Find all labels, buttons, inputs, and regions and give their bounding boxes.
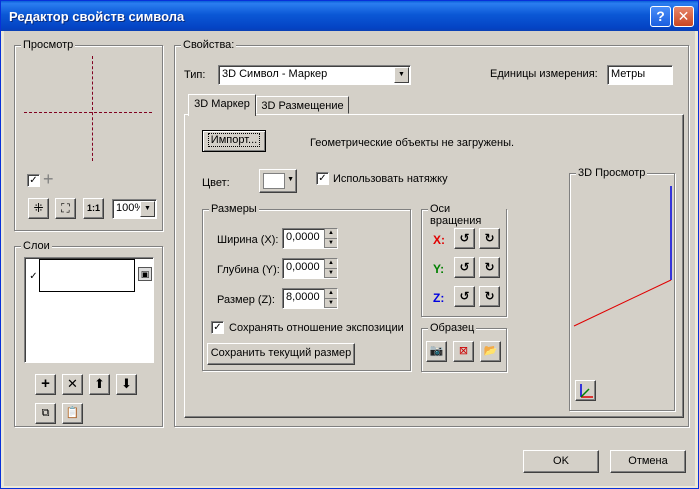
window-title: Редактор свойств символа bbox=[9, 9, 185, 24]
units-label: Единицы измерения: bbox=[490, 68, 598, 80]
zoom-combo[interactable]: 100% ▼ bbox=[112, 199, 157, 219]
axes-toggle-icon[interactable] bbox=[575, 380, 596, 401]
color-picker[interactable]: ▼ bbox=[259, 169, 297, 193]
depth-input[interactable]: 0,0000 ▲ ▼ bbox=[282, 258, 338, 279]
size-label: Размер (Z): bbox=[217, 294, 275, 306]
help-button[interactable]: ? bbox=[650, 6, 671, 27]
preview-legend: Просмотр bbox=[21, 39, 76, 51]
rotate-z-cw-icon[interactable]: ↻ bbox=[479, 286, 500, 307]
rotate-y-ccw-icon[interactable]: ↺ bbox=[454, 257, 475, 278]
tab-3d-placement[interactable]: 3D Размещение bbox=[256, 96, 349, 114]
properties-group: Свойства: Тип: 3D Символ - Маркер ▼ Един… bbox=[174, 39, 689, 427]
rotation-legend: Оси вращения bbox=[428, 203, 506, 227]
dialog-body: Просмотр ✓ + ⁜ ⛶ 1:1 100% ▼ Слои ✓ ▣ + ✕… bbox=[4, 31, 695, 486]
clear-sample-icon[interactable]: ⊠ bbox=[453, 341, 474, 362]
preview3d-canvas bbox=[573, 186, 672, 327]
rotate-y-cw-icon[interactable]: ↻ bbox=[479, 257, 500, 278]
lock-icon[interactable]: ▣ bbox=[138, 267, 152, 281]
sizes-group: Размеры Ширина (X): 0,0000 ▲ ▼ Глубина (Y… bbox=[202, 203, 411, 371]
preview-canvas bbox=[24, 56, 154, 166]
depth-label: Глубина (Y): bbox=[217, 264, 280, 276]
keep-ratio-checkbox[interactable]: ✓ bbox=[211, 321, 224, 334]
type-label: Тип: bbox=[184, 69, 206, 81]
use-texture-label: Использовать натяжку bbox=[333, 173, 448, 185]
x-axis-label: X: bbox=[433, 233, 445, 247]
actual-size-button[interactable]: 1:1 bbox=[83, 198, 104, 219]
save-size-button[interactable]: Сохранить текущий размер bbox=[207, 343, 355, 365]
copy-icon[interactable]: ⧉ bbox=[35, 403, 56, 424]
z-axis-label: Z: bbox=[433, 291, 445, 305]
import-button[interactable]: Импорт... bbox=[202, 130, 266, 152]
close-button[interactable]: ✕ bbox=[673, 6, 694, 27]
width-label: Ширина (X): bbox=[217, 234, 279, 246]
cancel-button[interactable]: Отмена bbox=[610, 450, 686, 473]
type-combo[interactable]: 3D Символ - Маркер ▼ bbox=[218, 65, 411, 85]
preview-group: Просмотр ✓ + ⁜ ⛶ 1:1 100% ▼ bbox=[14, 39, 163, 231]
type-value: 3D Символ - Маркер bbox=[222, 68, 328, 80]
width-spinner[interactable]: ▲ ▼ bbox=[324, 229, 337, 248]
rotate-x-ccw-icon[interactable]: ↺ bbox=[454, 228, 475, 249]
add-layer-icon[interactable]: + bbox=[35, 374, 56, 395]
fit-extent-icon[interactable]: ⛶ bbox=[55, 198, 76, 219]
title-bar: Редактор свойств символа ? ✕ bbox=[1, 1, 698, 31]
tab-3d-marker[interactable]: 3D Маркер bbox=[188, 94, 256, 116]
size-value: 8,0000 bbox=[286, 291, 320, 303]
ok-button[interactable]: OK bbox=[523, 450, 599, 473]
y-axis-label: Y: bbox=[433, 262, 445, 276]
layer-swatch bbox=[39, 259, 135, 292]
size-spinner[interactable]: ▲ ▼ bbox=[324, 289, 337, 308]
layer-row[interactable]: ✓ ▣ bbox=[25, 258, 153, 294]
color-swatch bbox=[263, 173, 285, 189]
sample-legend: Образец bbox=[428, 322, 477, 334]
use-texture-checkbox[interactable]: ✓ bbox=[316, 172, 329, 185]
preview-checkbox[interactable]: ✓ bbox=[27, 174, 40, 187]
sizes-legend: Размеры bbox=[209, 203, 259, 215]
symbol-properties-dialog: Редактор свойств символа ? ✕ Просмотр ✓ … bbox=[0, 0, 699, 489]
zoom-in-icon[interactable]: ⁜ bbox=[28, 198, 49, 219]
chevron-down-icon: ▼ bbox=[287, 176, 294, 183]
keep-ratio-label: Сохранять отношение экспозиции bbox=[229, 322, 404, 334]
properties-legend: Свойства: bbox=[181, 39, 237, 51]
rotation-group: Оси вращения X: ↺ ↻ Y: ↺ ↻ Z: ↺ ↻ bbox=[421, 203, 507, 317]
size-input[interactable]: 8,0000 ▲ ▼ bbox=[282, 288, 338, 309]
depth-value: 0,0000 bbox=[286, 261, 320, 273]
chevron-down-icon[interactable]: ▼ bbox=[394, 67, 409, 83]
chevron-down-icon[interactable]: ▼ bbox=[140, 201, 155, 217]
rotate-z-ccw-icon[interactable]: ↺ bbox=[454, 286, 475, 307]
x-axis-line bbox=[573, 279, 672, 327]
layers-group: Слои ✓ ▣ + ✕ ⬆ ⬇ ⧉ 📋 bbox=[14, 240, 163, 427]
delete-layer-icon[interactable]: ✕ bbox=[62, 374, 83, 395]
width-value: 0,0000 bbox=[286, 231, 320, 243]
tab-panel: Импорт... Геометрические объекты не загр… bbox=[184, 114, 684, 418]
preview3d-group: 3D Просмотр bbox=[569, 167, 675, 411]
layers-list[interactable]: ✓ ▣ bbox=[24, 257, 154, 363]
sample-group: Образец 📷 ⊠ 📂 bbox=[421, 322, 507, 372]
paste-icon[interactable]: 📋 bbox=[62, 403, 83, 424]
plus-icon: + bbox=[43, 169, 54, 189]
move-down-icon[interactable]: ⬇ bbox=[116, 374, 137, 395]
color-label: Цвет: bbox=[202, 177, 230, 189]
import-status: Геометрические объекты не загружены. bbox=[310, 137, 515, 149]
move-up-icon[interactable]: ⬆ bbox=[89, 374, 110, 395]
layers-legend: Слои bbox=[21, 240, 52, 252]
width-input[interactable]: 0,0000 ▲ ▼ bbox=[282, 228, 338, 249]
camera-icon[interactable]: 📷 bbox=[426, 341, 447, 362]
rotate-x-cw-icon[interactable]: ↻ bbox=[479, 228, 500, 249]
import-button-label: Импорт... bbox=[207, 133, 261, 147]
units-field[interactable]: Метры bbox=[607, 65, 673, 85]
open-folder-icon[interactable]: 📂 bbox=[480, 341, 501, 362]
depth-spinner[interactable]: ▲ ▼ bbox=[324, 259, 337, 278]
